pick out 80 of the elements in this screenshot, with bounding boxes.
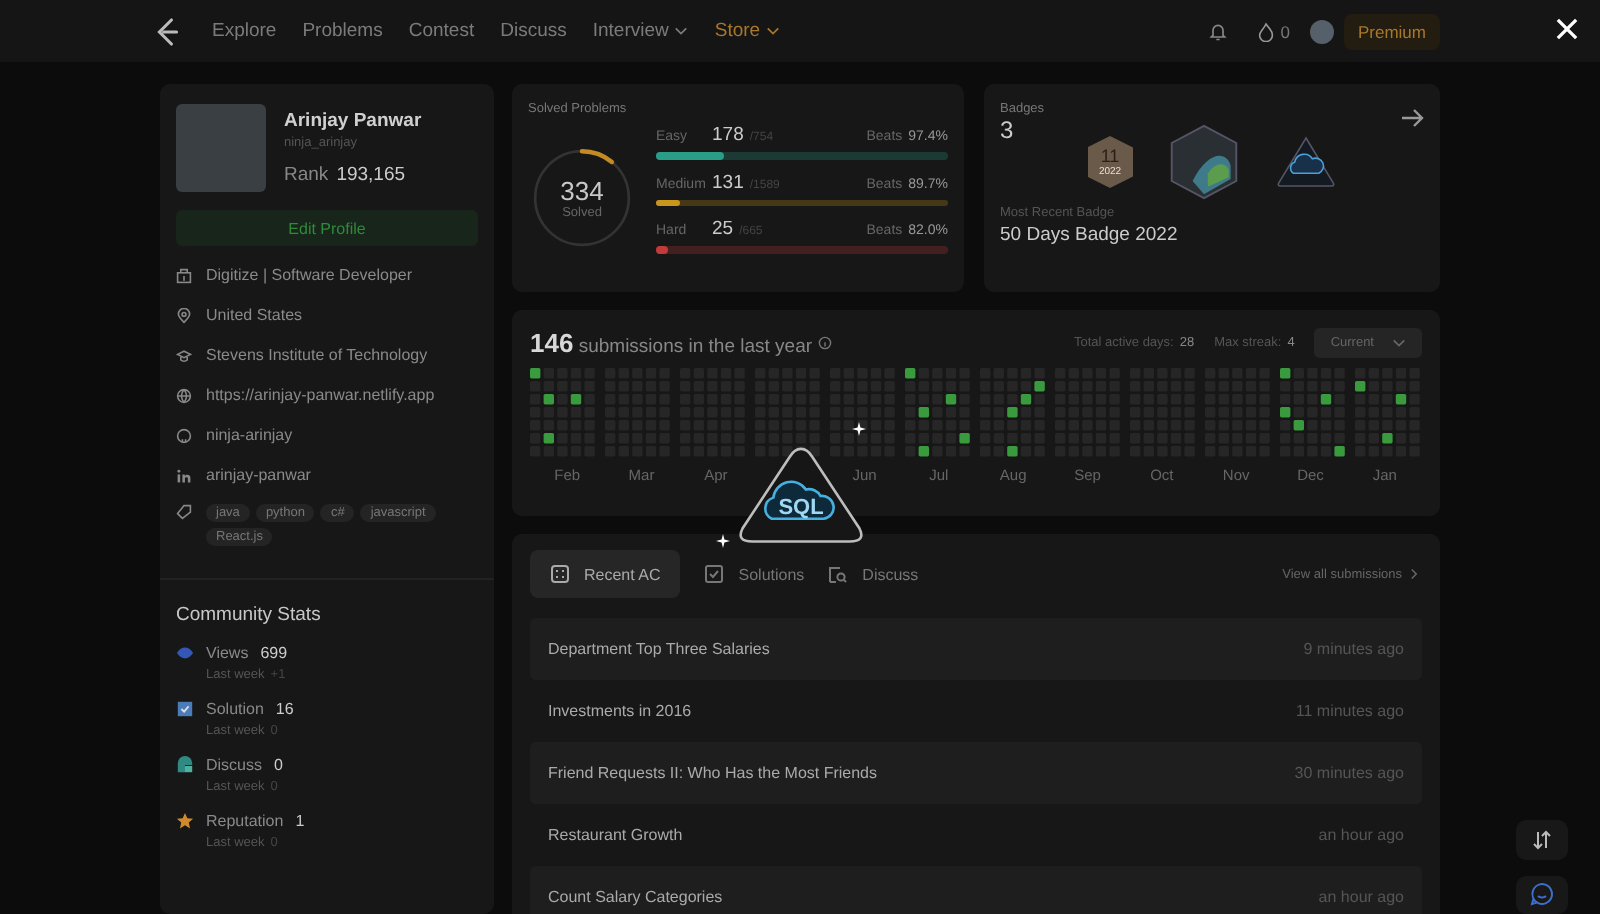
caret-icon [1392,338,1406,348]
stat-label: Solution [206,700,264,718]
feedback-button[interactable] [1516,875,1568,914]
tab[interactable]: Solutions [704,560,805,588]
chat-icon [176,756,194,774]
school-icon [176,347,192,363]
profile-info-text: Digitize | Software Developer [206,266,413,284]
nav-link[interactable]: Explore [212,20,277,42]
company-icon [176,267,192,283]
nav-link[interactable]: Contest [408,20,475,42]
profile-info-text: https://arinjay-panwar.netlify.app [206,386,435,404]
profile-info-text: arinjay-panwar [206,466,311,484]
close-icon[interactable] [1556,18,1578,40]
linkedin-icon [176,467,192,483]
tab[interactable]: Discuss [828,560,919,588]
premium-button[interactable]: Premium [1343,13,1440,49]
nav-link[interactable]: Problems [302,20,383,42]
nav-link[interactable]: Store [714,20,781,42]
rank-value: 193,165 [336,164,406,186]
hexagon-badge-icon[interactable] [1165,124,1241,200]
submissions-summary: 146 submissions in the last year [530,328,813,358]
stat-label: Discuss [206,756,263,774]
profile-info-text: ninja-arinjay [206,426,293,444]
location-icon [176,307,192,323]
submission-time: 11 minutes ago [1295,702,1404,720]
submission-time: an hour ago [1318,826,1404,844]
solved-number: 25 [712,218,734,240]
arrow-right-icon[interactable] [1400,108,1424,128]
eye-icon [176,644,194,662]
coin-counter[interactable]: 0 [1258,21,1290,41]
progress-ring [528,144,636,252]
avatar[interactable] [1309,19,1334,43]
switch-button[interactable] [1516,820,1568,859]
problem-title: Friend Requests II: Who Has the Most Friends [548,764,878,782]
checkbox-icon [176,700,194,718]
star-icon [176,812,194,830]
profile-info-text: Stevens Institute of Technology [206,346,428,364]
stat-value: 0 [274,756,283,774]
submission-row[interactable]: Restaurant Growth an hour ago [530,804,1422,866]
solved-number: 178 [712,124,744,146]
list-icon [550,564,570,584]
swap-icon [1530,827,1554,852]
photo-placeholder [176,104,266,192]
badge-count: 3 [1000,116,1016,144]
rank-label: Rank [284,164,329,186]
tab[interactable]: Recent AC [530,550,681,598]
website-icon [176,387,192,403]
sparkle-icon [852,422,866,436]
stat-value: 1 [295,812,305,830]
nav-link[interactable]: Discuss [500,20,567,42]
problem-title: Investments in 2016 [548,702,692,720]
tag-icon [176,504,192,520]
search-icon [828,564,849,584]
stat-value: 699 [260,644,288,662]
nav-link[interactable]: Interview [592,20,689,42]
cloud-badge-icon[interactable] [1273,134,1337,190]
info-icon[interactable] [818,336,833,350]
logo-icon[interactable] [156,17,180,45]
edit-profile-button[interactable]: Edit Profile [176,210,478,246]
stat-value: 16 [275,700,294,718]
caret-icon [674,26,689,36]
profile-info-text: United States [206,306,303,324]
submission-row[interactable]: Investments in 2016 11 minutes ago [530,680,1422,742]
solved-count: 334 [560,176,604,206]
problem-title: Count Salary Categories [548,888,723,906]
stat-label: Views [206,644,249,662]
bell-icon[interactable] [1208,21,1229,41]
checkbox-icon [704,564,725,584]
caret-icon [766,26,781,36]
community-stats-title: Community Stats [176,604,323,626]
chevron-icon [1410,568,1418,580]
badge-label: SQL [776,496,826,520]
stat-label: Reputation [206,812,284,830]
sparkle-icon [716,534,730,548]
user-name: Arinjay Panwar [284,110,422,132]
chat-icon [1530,882,1554,907]
solved-number: 131 [712,171,744,193]
problem-title: Department Top Three Salaries [548,640,770,658]
recent-badge-name: 50 Days Badge 2022 [1000,224,1180,246]
problem-title: Restaurant Growth [548,826,683,844]
